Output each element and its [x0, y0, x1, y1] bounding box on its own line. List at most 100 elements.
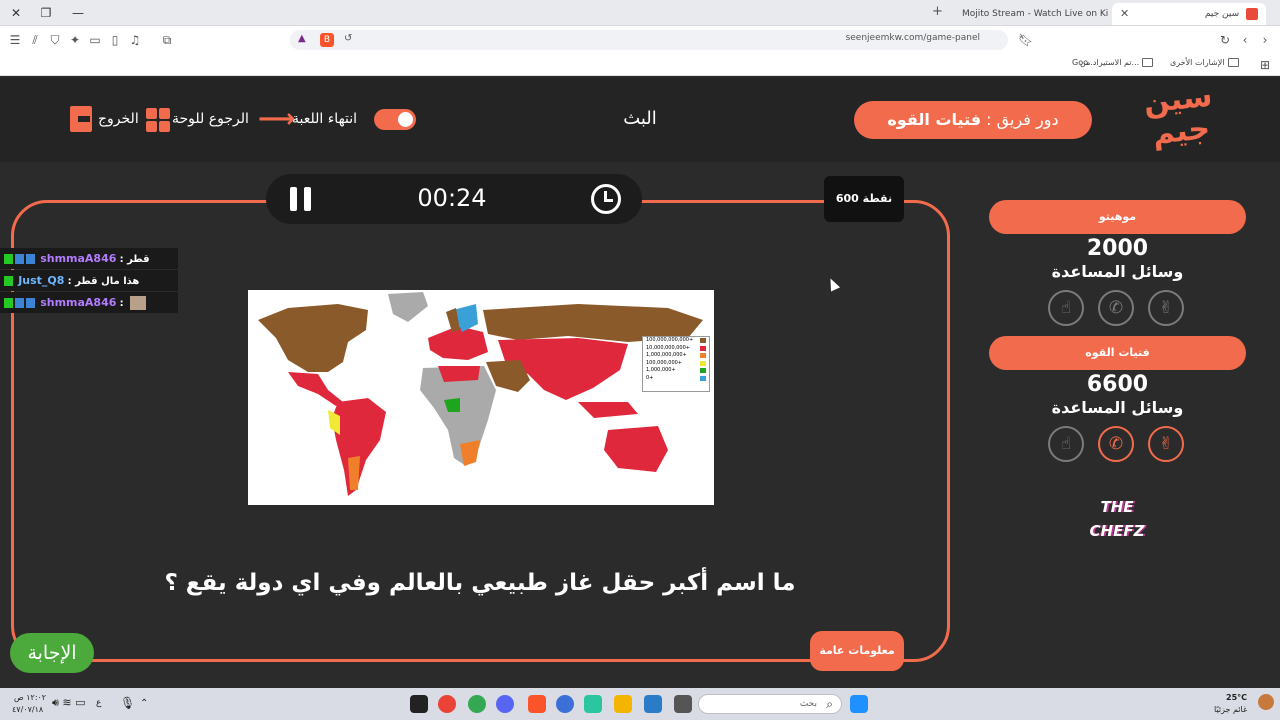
end-game-button[interactable]: انتهاء اللعبة [292, 104, 357, 134]
team-name-2: فتيات القوه [989, 336, 1246, 370]
legend-swatch [700, 338, 706, 343]
store-icon[interactable] [644, 695, 662, 713]
tab-seenjeem[interactable]: ✕ سين جيم [1112, 3, 1266, 25]
discord-icon[interactable] [496, 695, 514, 713]
epic-games-icon[interactable] [410, 695, 428, 713]
phone-icon[interactable]: ✆ [1098, 290, 1134, 326]
screenshot-icon[interactable]: ⧉ [160, 33, 174, 47]
chrome-icon[interactable] [438, 695, 456, 713]
europe-shape [428, 326, 488, 360]
close-tab-icon[interactable]: ✕ [1120, 3, 1129, 25]
app-icon[interactable] [584, 695, 602, 713]
arrow-right-icon[interactable]: ⟶ [258, 106, 295, 132]
argentina-shape [348, 456, 360, 490]
legend-label: 1,000,000,000+ [646, 352, 687, 358]
exit-button[interactable]: الخروج [98, 104, 139, 134]
map-svg [258, 292, 703, 496]
kick-badge-icon [4, 254, 13, 264]
team-aids-label-2: وسائل المساعدة [1051, 398, 1184, 417]
minimize-window-icon[interactable]: — [70, 5, 86, 21]
sponsor-logo: THE CHEFZ [1089, 498, 1145, 540]
show-hidden-icons[interactable]: ⌃ [140, 698, 148, 709]
weather-desc[interactable]: غائم جزئيًا [1214, 705, 1247, 714]
apps-icon[interactable]: ⊞ [1258, 58, 1272, 72]
menu-icon[interactable]: ☰ [8, 33, 22, 47]
badge-icon [26, 254, 35, 264]
bookmark-icon[interactable]: 🔖︎ [1018, 33, 1033, 47]
hands-icon[interactable]: ☝ [1048, 290, 1084, 326]
leo-icon[interactable]: ⫽ [28, 33, 42, 47]
reload-icon[interactable]: ↻ [1218, 33, 1232, 47]
south-america-shape [332, 398, 386, 496]
windows-start-icon[interactable] [850, 695, 868, 713]
taskbar-search[interactable]: بحث [698, 694, 842, 714]
legend-item: 100,000,000,000+ [643, 337, 709, 345]
address-bar[interactable]: ▲ B ↺ seenjeemkw.com/game-panel [290, 30, 1008, 50]
restore-window-icon[interactable]: ❐ [38, 5, 54, 21]
legend-swatch [700, 360, 706, 366]
two-fingers-icon[interactable]: ✌ [1148, 426, 1184, 462]
rewards-icon[interactable]: ▲ [298, 33, 306, 44]
turn-indicator: دور فريق : فتيات القوه [854, 101, 1092, 139]
wallet-icon[interactable]: ▭ [88, 33, 102, 47]
legend-swatch [700, 368, 706, 373]
clock-date[interactable]: ٤٧/٠٧/١٨ [12, 705, 43, 714]
team-aids-label-1: وسائل المساعدة [1051, 262, 1184, 281]
kick-badge-icon [4, 276, 13, 286]
back-icon[interactable]: › [1258, 33, 1272, 47]
back-to-board-label: الرجوع للوحة [172, 111, 249, 127]
badge-icon [26, 298, 35, 308]
bookmark-other[interactable]: الإشارات الأخرى [1170, 58, 1239, 67]
sidebar-icon[interactable]: ▯ [108, 33, 122, 47]
phone-icon[interactable]: ✆ [1098, 426, 1134, 462]
file-explorer-icon[interactable] [614, 695, 632, 713]
close-window-icon[interactable]: ✕ [8, 5, 24, 21]
mexico-shape [288, 372, 343, 406]
brave-icon[interactable] [528, 695, 546, 713]
timer-display: 00:24 [417, 184, 487, 212]
volume-network-icons[interactable]: 🔊︎ ≋ ▭ [52, 696, 86, 710]
exit-door-icon[interactable] [70, 106, 92, 132]
browser-tab-bar: ✕ ❐ — + Mojito Stream - Watch Live on Ki… [0, 0, 1280, 26]
music-icon[interactable]: ♫ [128, 33, 142, 47]
extensions-icon[interactable]: ✦ [68, 33, 82, 47]
restart-timer-icon[interactable] [591, 184, 621, 214]
share-icon[interactable]: ↺ [344, 33, 352, 44]
tab-kick-stream[interactable]: Mojito Stream - Watch Live on Kick K [954, 3, 1108, 25]
africa-north-shape [438, 366, 480, 382]
weather-temp[interactable]: 25°C [1226, 693, 1247, 702]
question-text: ما اسم أكبر حقل غاز طبيعي بالعالم وفي اي… [164, 570, 796, 596]
australia-shape [604, 426, 668, 472]
language-indicator[interactable]: ع [96, 698, 101, 708]
taskbar: 25°C غائم جزئيًا بحث ⌃ 🎙︎ ع 🔊︎ ≋ ▭ ١٢:٠٢… [0, 688, 1280, 720]
brave-shields-icon[interactable]: B [320, 33, 334, 47]
bookmarks-bar: ⊞ الإشارات الأخرى تم الاستيراد من... Goo… [0, 54, 1280, 76]
legend-item: 1,000,000,000+ [643, 352, 709, 360]
weather-icon[interactable] [1258, 694, 1274, 710]
back-to-board-button[interactable]: الرجوع للوحة [172, 104, 249, 134]
new-tab-button[interactable]: + [932, 4, 943, 19]
clock-time[interactable]: ١٢:٠٢ ص [14, 693, 46, 702]
chrome-icon[interactable] [468, 695, 486, 713]
show-answer-button[interactable]: الإجابة [10, 633, 94, 673]
map-legend: 100,000,000,000+ 10,000,000,000+ 1,000,0… [642, 336, 710, 392]
hands-icon[interactable]: ☝ [1048, 426, 1084, 462]
bookmark-google[interactable]: Goo... [1072, 58, 1095, 67]
pause-icon[interactable] [290, 187, 312, 211]
chat-username: Just_Q8 [18, 274, 65, 287]
legend-label: 0+ [646, 374, 654, 381]
legend-label: 10,000,000,000+ [646, 344, 690, 351]
forward-icon[interactable]: ‹ [1238, 33, 1252, 47]
task-view-icon[interactable] [674, 695, 692, 713]
chat-username: shmmaA846 [40, 252, 117, 265]
chrome-icon[interactable] [556, 695, 574, 713]
end-game-toggle[interactable] [374, 109, 416, 130]
two-fingers-icon[interactable]: ✌ [1148, 290, 1184, 326]
board-grid-icon[interactable] [146, 108, 170, 132]
emote-image [130, 296, 147, 310]
team-score-2: 6600 [1086, 372, 1149, 397]
microphone-icon[interactable]: 🎙︎ [120, 696, 135, 710]
shield-icon[interactable]: ⛉ [48, 33, 62, 47]
bookmark-label: Goo... [1072, 58, 1096, 67]
url-text[interactable]: seenjeemkw.com/game-panel [846, 33, 980, 43]
